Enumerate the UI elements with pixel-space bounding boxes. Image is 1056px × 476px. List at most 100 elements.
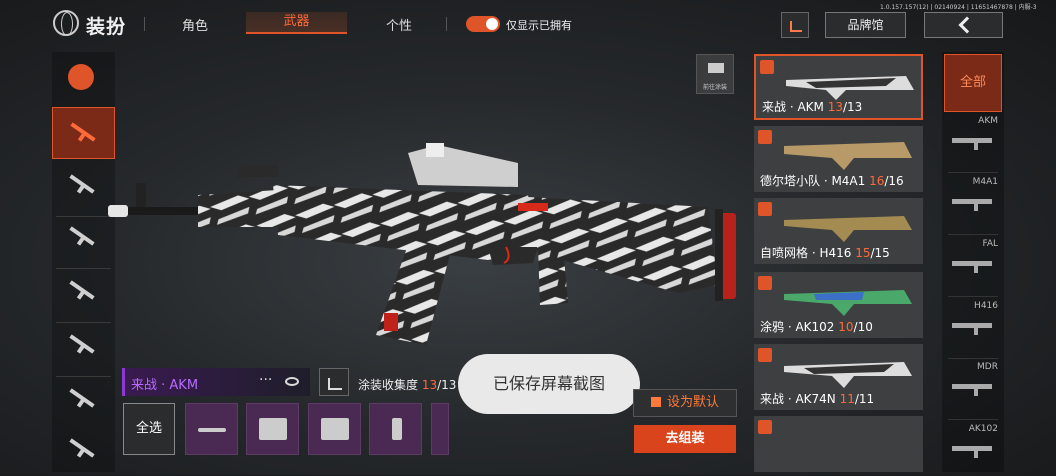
- skin-total: /16: [884, 174, 904, 188]
- skin-title: 涂鸦 · AK102: [760, 320, 839, 334]
- share-skin-icon[interactable]: [319, 368, 349, 396]
- divider: [948, 296, 998, 297]
- rifle-glyph: [70, 122, 96, 142]
- go-spray-label: 前往涂装: [702, 84, 727, 91]
- back-button[interactable]: [924, 12, 1003, 38]
- skin-category-glyph: [68, 64, 94, 90]
- scope-part-icon[interactable]: [308, 403, 361, 455]
- brand-hall-button[interactable]: 品牌馆: [825, 12, 906, 38]
- skin-owned: 11: [839, 392, 855, 406]
- more-options-button[interactable]: ···: [259, 372, 272, 388]
- select-all-button[interactable]: 全选: [123, 403, 175, 455]
- sniper-glyph: [69, 226, 95, 246]
- scope-part-glyph: [321, 418, 349, 440]
- filter-fal[interactable]: FAL: [944, 237, 1002, 297]
- page-title: 装扮: [86, 16, 127, 38]
- skin-thumb: [784, 216, 912, 242]
- stock-part-glyph: [259, 418, 287, 440]
- version-text: 1.0.157.157(12) | 02140924 | 11651467878…: [880, 4, 1037, 11]
- brush-icon: [758, 130, 772, 144]
- skin-category-icon[interactable]: [52, 52, 115, 104]
- skin-total: /10: [853, 320, 873, 334]
- filter-all[interactable]: 全部: [944, 54, 1002, 112]
- skin-owned: 16: [869, 174, 885, 188]
- brush-icon: [650, 397, 661, 407]
- brush-icon: [758, 348, 772, 362]
- skin-owned: 15: [855, 246, 871, 260]
- divider: [446, 17, 447, 31]
- skin-card-more[interactable]: [754, 416, 923, 472]
- filter-ak102[interactable]: AK102: [944, 422, 1002, 472]
- skin-total: /15: [870, 246, 890, 260]
- filter-h416[interactable]: H416: [944, 299, 1002, 359]
- stock-part-icon[interactable]: [246, 403, 299, 455]
- rifle-icon[interactable]: [52, 107, 115, 159]
- skin-title: 来战 · AKM: [762, 100, 828, 114]
- lmg-icon[interactable]: [52, 320, 115, 372]
- current-skin-name: 来战 · AKM: [131, 378, 199, 393]
- collection-owned: 13: [421, 378, 438, 392]
- more-parts[interactable]: [431, 403, 449, 455]
- pistol-icon[interactable]: [52, 424, 115, 476]
- share-icon[interactable]: [781, 12, 809, 38]
- marksman-icon[interactable]: [52, 374, 115, 426]
- brush-icon: [758, 276, 772, 290]
- mdr-icon: [952, 384, 992, 396]
- filter-mdr[interactable]: MDR: [944, 360, 1002, 420]
- smg-glyph: [69, 174, 95, 194]
- collection-label: 涂装收集度: [358, 378, 422, 392]
- owned-only-toggle[interactable]: [466, 16, 500, 32]
- skin-card-ak102[interactable]: 涂鸦 · AK102 10/10: [754, 272, 923, 338]
- filter-label: FAL: [982, 239, 998, 249]
- weapon-category-sidebar: [52, 52, 115, 472]
- h416-icon: [952, 323, 992, 335]
- tab-personal[interactable]: 个性: [386, 15, 412, 34]
- sniper-icon[interactable]: [52, 212, 115, 264]
- filter-label: MDR: [977, 362, 998, 372]
- skin-thumb: [784, 362, 912, 388]
- set-default-label: 设为默认: [666, 395, 719, 410]
- go-spray-button[interactable]: 前往涂装: [696, 54, 734, 94]
- spray-gun-icon: [708, 63, 724, 73]
- m4a1-icon: [952, 199, 992, 211]
- filter-m4a1[interactable]: M4A1: [944, 175, 1002, 235]
- skin-title: 德尔塔小队 · M4A1: [760, 174, 870, 188]
- filter-akm[interactable]: AKM: [944, 114, 1002, 174]
- shotgun-icon[interactable]: [52, 266, 115, 318]
- skin-card-m4a1[interactable]: 德尔塔小队 · M4A1 16/16: [754, 126, 923, 192]
- weapon-preview-akm[interactable]: [108, 135, 758, 365]
- skin-name: 德尔塔小队 · M4A1 16/16: [760, 172, 904, 189]
- brush-icon: [758, 420, 772, 434]
- set-default-button[interactable]: 设为默认: [633, 389, 737, 417]
- owned-only-label: 仅显示已拥有: [506, 19, 572, 32]
- go-assemble-button[interactable]: 去组装: [634, 425, 736, 453]
- divider: [948, 172, 998, 173]
- tab-weapon[interactable]: 武器: [246, 12, 347, 34]
- skin-thumb: [784, 290, 912, 316]
- skin-name: 自喷网格 · H416 15/15: [760, 244, 890, 261]
- collection-progress: 涂装收集度 13/13: [358, 376, 456, 393]
- grip-part-icon[interactable]: [369, 403, 422, 455]
- collection-total: /13: [437, 378, 457, 392]
- barrel-part-icon[interactable]: [185, 403, 238, 455]
- globe-icon: [53, 10, 79, 36]
- eye-icon[interactable]: [280, 372, 306, 392]
- filter-label: AK102: [968, 424, 998, 434]
- divider: [948, 234, 998, 235]
- lmg-glyph: [69, 334, 95, 354]
- smg-icon[interactable]: [52, 160, 115, 212]
- tab-character[interactable]: 角色: [182, 15, 208, 34]
- skin-total: /11: [854, 392, 875, 406]
- skin-total: /13: [842, 100, 863, 114]
- skin-owned: 10: [838, 320, 854, 334]
- skin-card-h416[interactable]: 自喷网格 · H416 15/15: [754, 198, 923, 264]
- skin-card-akm[interactable]: 来战 · AKM 13/13: [754, 54, 923, 120]
- skin-name: 来战 · AKM 13/13: [762, 98, 862, 115]
- divider: [948, 419, 998, 420]
- shotgun-glyph: [69, 280, 95, 300]
- ak102-icon: [952, 446, 992, 458]
- skin-title: 来战 · AK74N: [760, 392, 840, 406]
- skin-card-ak74n[interactable]: 来战 · AK74N 11/11: [754, 344, 923, 410]
- screenshot-saved-toast: 已保存屏幕截图: [458, 354, 640, 414]
- marksman-glyph: [69, 388, 95, 408]
